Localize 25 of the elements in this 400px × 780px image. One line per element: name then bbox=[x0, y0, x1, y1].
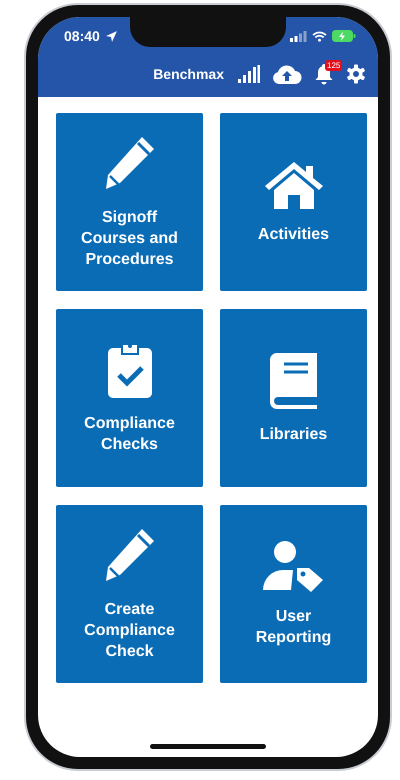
location-arrow-icon bbox=[104, 30, 118, 42]
tile-label: User Reporting bbox=[254, 607, 332, 648]
book-icon bbox=[268, 352, 318, 410]
settings-icon[interactable] bbox=[346, 64, 366, 84]
app-title: Benchmax bbox=[153, 66, 224, 82]
menu-tile[interactable]: Compliance Checks bbox=[56, 309, 203, 487]
battery-charging-icon bbox=[332, 30, 356, 42]
menu-tile[interactable]: User Reporting bbox=[220, 505, 367, 683]
house-icon bbox=[264, 160, 324, 210]
wifi-icon bbox=[312, 30, 327, 42]
cloud-upload-icon[interactable] bbox=[272, 63, 302, 85]
tile-label: Activities bbox=[258, 224, 330, 244]
signal-bars-icon[interactable] bbox=[238, 65, 260, 83]
menu-tile[interactable]: Signoff Courses and Procedures bbox=[56, 113, 203, 291]
menu-tile[interactable]: Libraries bbox=[220, 309, 367, 487]
tile-label: Signoff Courses and Procedures bbox=[80, 208, 179, 270]
menu-tile[interactable]: Activities bbox=[220, 113, 367, 291]
tile-label: Libraries bbox=[260, 424, 328, 444]
notification-count: 125 bbox=[325, 60, 342, 71]
menu-tile[interactable]: Create Compliance Check bbox=[56, 505, 203, 683]
signal-icon bbox=[290, 30, 307, 42]
status-time: 08:40 bbox=[64, 28, 100, 44]
tile-label: Compliance Checks bbox=[83, 414, 176, 455]
user-tag-icon bbox=[262, 540, 324, 592]
tile-label: Create Compliance Check bbox=[83, 600, 176, 662]
